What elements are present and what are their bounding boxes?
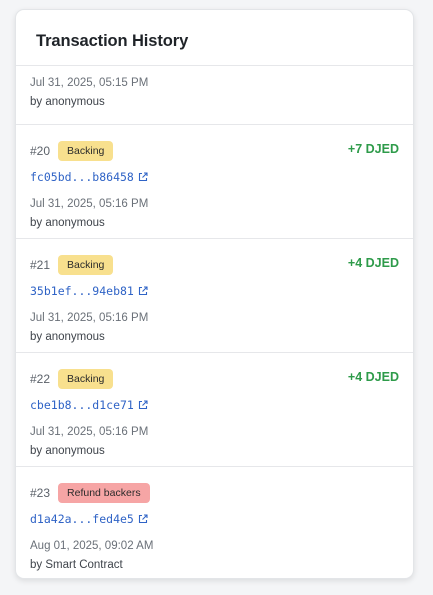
transaction-row: #21 Backing +4 DJED 35b1ef...94eb81 Jul … [16, 239, 413, 353]
transaction-author: by anonymous [30, 331, 105, 343]
external-link-icon [138, 286, 148, 296]
external-link-icon [138, 514, 148, 524]
transaction-author: by anonymous [30, 445, 105, 457]
transaction-date: Jul 31, 2025, 05:16 PM [30, 198, 149, 210]
transaction-date: Jul 31, 2025, 05:16 PM [30, 426, 149, 438]
card-header: Transaction History [16, 10, 413, 66]
transaction-row: #23 Refund backers d1a42a...fed4e5 Aug 0… [16, 467, 413, 578]
transaction-number: #20 [30, 144, 51, 158]
transaction-number: #22 [30, 372, 51, 386]
transaction-hash: fc05bd...b86458 [30, 170, 134, 184]
transaction-hash: d1a42a...fed4e5 [30, 512, 134, 526]
transaction-type-badge: Backing [58, 255, 114, 275]
transaction-hash-link[interactable]: fc05bd...b86458 [30, 169, 399, 185]
transaction-author: by anonymous [30, 217, 105, 229]
transaction-number: #21 [30, 258, 51, 272]
transaction-author: by anonymous [30, 96, 105, 108]
transaction-date: Aug 01, 2025, 09:02 AM [30, 540, 154, 552]
transaction-type-badge: Backing [58, 141, 114, 161]
transaction-hash: 35b1ef...94eb81 [30, 284, 134, 298]
transaction-hash: cbe1b8...d1ce71 [30, 398, 134, 412]
transaction-hash-link[interactable]: 35b1ef...94eb81 [30, 283, 399, 299]
transaction-hash-link[interactable]: cbe1b8...d1ce71 [30, 397, 399, 413]
transaction-row: #20 Backing +7 DJED fc05bd...b86458 Jul … [16, 125, 413, 239]
transaction-date: Jul 31, 2025, 05:16 PM [30, 312, 149, 324]
transaction-row: #22 Backing +4 DJED cbe1b8...d1ce71 Jul … [16, 353, 413, 467]
transaction-author: by Smart Contract [30, 559, 123, 571]
transaction-amount: +4 DJED [347, 256, 399, 270]
transaction-amount: +7 DJED [347, 142, 399, 156]
transaction-type-badge: Refund backers [58, 483, 150, 503]
transaction-type-badge: Backing [58, 369, 114, 389]
external-link-icon [138, 400, 148, 410]
transaction-amount: +4 DJED [347, 370, 399, 384]
transaction-row: Jul 31, 2025, 05:15 PM by anonymous [16, 66, 413, 125]
transaction-history-card: Transaction History Jul 31, 2025, 05:15 … [15, 9, 414, 579]
transaction-hash-link[interactable]: d1a42a...fed4e5 [30, 511, 399, 527]
external-link-icon [138, 172, 148, 182]
card-title: Transaction History [36, 32, 189, 50]
transaction-number: #23 [30, 486, 51, 500]
transaction-date: Jul 31, 2025, 05:15 PM [30, 77, 149, 89]
